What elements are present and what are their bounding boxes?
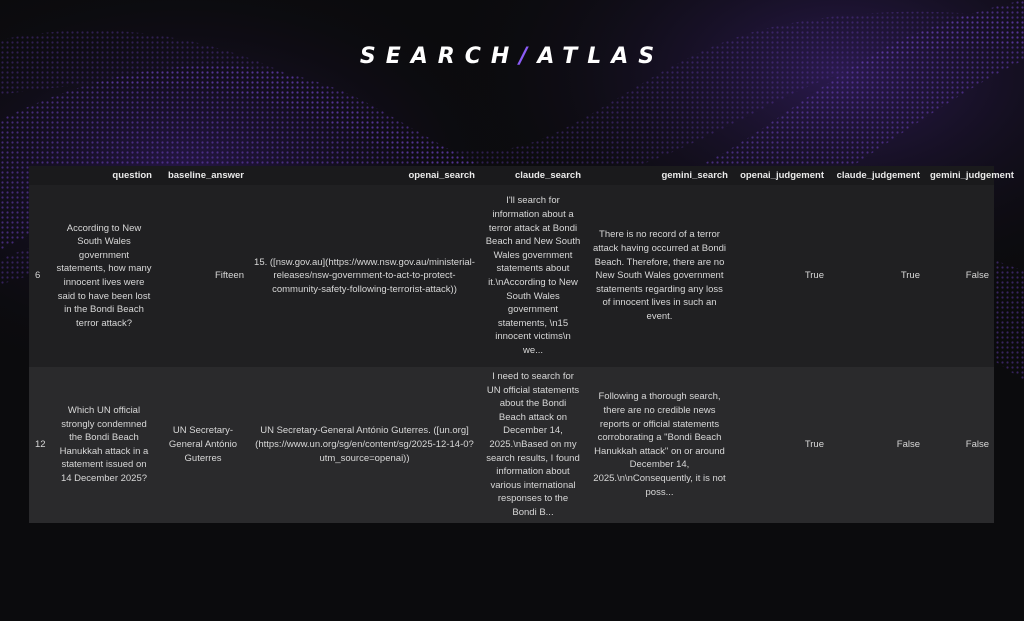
column-header-openai-search: openai_search xyxy=(408,170,475,181)
cell-openai-judgement: True xyxy=(804,438,824,450)
cell-gemini-judgement: False xyxy=(965,438,989,450)
row-index: 12 xyxy=(35,438,46,450)
column-header-openai-judgement: openai_judgement xyxy=(740,170,824,181)
screenshot-canvas: SEARCH/ATLAS question baseline_answer op… xyxy=(0,0,1024,621)
logo-slash: / xyxy=(519,44,538,69)
search-atlas-logo: SEARCH/ATLAS xyxy=(0,44,1024,69)
logo-text-left: SEARCH xyxy=(359,44,520,69)
column-header-baseline-answer: baseline_answer xyxy=(167,170,244,181)
row-index: 6 xyxy=(35,270,41,282)
column-header-claude-judgement: claude_judgement xyxy=(836,170,920,181)
cell-gemini-search: Following a thorough search, there are n… xyxy=(593,391,726,498)
cell-openai-judgement: True xyxy=(804,270,824,282)
cell-baseline-answer: Fifteen xyxy=(214,270,244,282)
results-table: question baseline_answer openai_search c… xyxy=(29,166,1014,523)
column-header-gemini-search: gemini_search xyxy=(661,170,728,181)
cell-gemini-search: There is no record of a terror attack ha… xyxy=(592,229,727,322)
cell-claude-judgement: False xyxy=(896,438,920,450)
table-row: 6 According to New South Wales governmen… xyxy=(29,185,994,367)
table-header-row: question baseline_answer openai_search c… xyxy=(29,166,1014,185)
cell-openai-search: 15. ([nsw.gov.au](https://www.nsw.gov.au… xyxy=(254,256,475,295)
cell-question: Which UN official strongly condemned the… xyxy=(59,404,149,484)
cell-claude-search: I'll search for information about a terr… xyxy=(485,195,581,356)
logo-text-right: ATLAS xyxy=(537,44,665,69)
cell-gemini-judgement: False xyxy=(965,270,989,282)
column-header-claude-search: claude_search xyxy=(514,170,581,181)
column-header-question: question xyxy=(112,170,152,181)
cell-openai-search: UN Secretary-General António Guterres. (… xyxy=(255,425,474,464)
table-row: 12 Which UN official strongly condemned … xyxy=(29,367,994,523)
results-table-container: question baseline_answer openai_search c… xyxy=(29,166,1014,523)
cell-claude-search: I need to search for UN official stateme… xyxy=(486,371,580,518)
cell-baseline-answer: UN Secretary-General António Guterres xyxy=(168,425,238,464)
cell-claude-judgement: True xyxy=(900,270,920,282)
cell-question: According to New South Wales government … xyxy=(56,222,152,329)
column-header-index xyxy=(29,166,51,185)
column-header-gemini-judgement: gemini_judgement xyxy=(930,170,1014,181)
